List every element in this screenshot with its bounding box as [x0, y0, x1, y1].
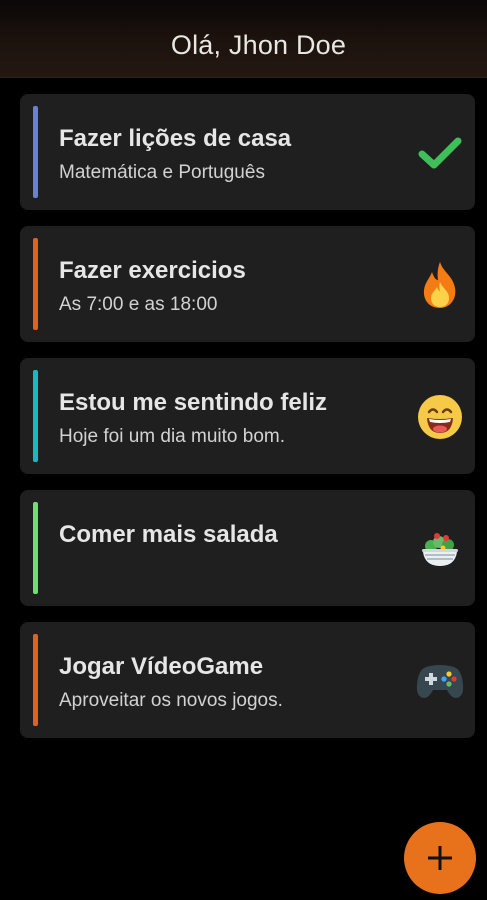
salad-bowl-icon	[415, 524, 465, 574]
app-screen: Olá, Jhon Doe Fazer lições de casa Matem…	[0, 0, 487, 900]
laughing-face-icon	[415, 392, 465, 442]
gamepad-icon	[415, 656, 465, 706]
task-subtitle: Hoje foi um dia muito bom.	[59, 426, 285, 447]
checkmark-icon	[415, 128, 465, 178]
plus-icon	[428, 846, 452, 870]
task-subtitle: As 7:00 e as 18:00	[59, 294, 218, 315]
task-color-bar	[33, 370, 38, 462]
task-title: Jogar VídeoGame	[59, 653, 264, 680]
task-color-bar	[33, 502, 38, 594]
task-card[interactable]: Estou me sentindo feliz Hoje foi um dia …	[20, 358, 475, 474]
task-color-bar	[33, 634, 38, 726]
task-color-bar	[33, 238, 38, 330]
task-card[interactable]: Comer mais salada	[20, 490, 475, 606]
task-title: Estou me sentindo feliz	[59, 389, 328, 416]
task-subtitle: Matemática e Português	[59, 162, 265, 183]
task-card[interactable]: Jogar VídeoGame Aproveitar os novos jogo…	[20, 622, 475, 738]
task-list: Fazer lições de casa Matemática e Portug…	[20, 94, 475, 754]
app-header: Olá, Jhon Doe	[0, 0, 487, 78]
add-task-button[interactable]	[404, 822, 476, 894]
greeting-title: Olá, Jhon Doe	[170, 30, 347, 60]
fire-icon	[415, 260, 465, 310]
task-title: Fazer exercicios	[59, 257, 246, 284]
task-title: Comer mais salada	[59, 521, 278, 548]
task-title: Fazer lições de casa	[59, 125, 292, 152]
task-subtitle: Aproveitar os novos jogos.	[59, 690, 283, 711]
task-card[interactable]: Fazer exercicios As 7:00 e as 18:00	[20, 226, 475, 342]
task-color-bar	[33, 106, 38, 198]
task-card[interactable]: Fazer lições de casa Matemática e Portug…	[20, 94, 475, 210]
